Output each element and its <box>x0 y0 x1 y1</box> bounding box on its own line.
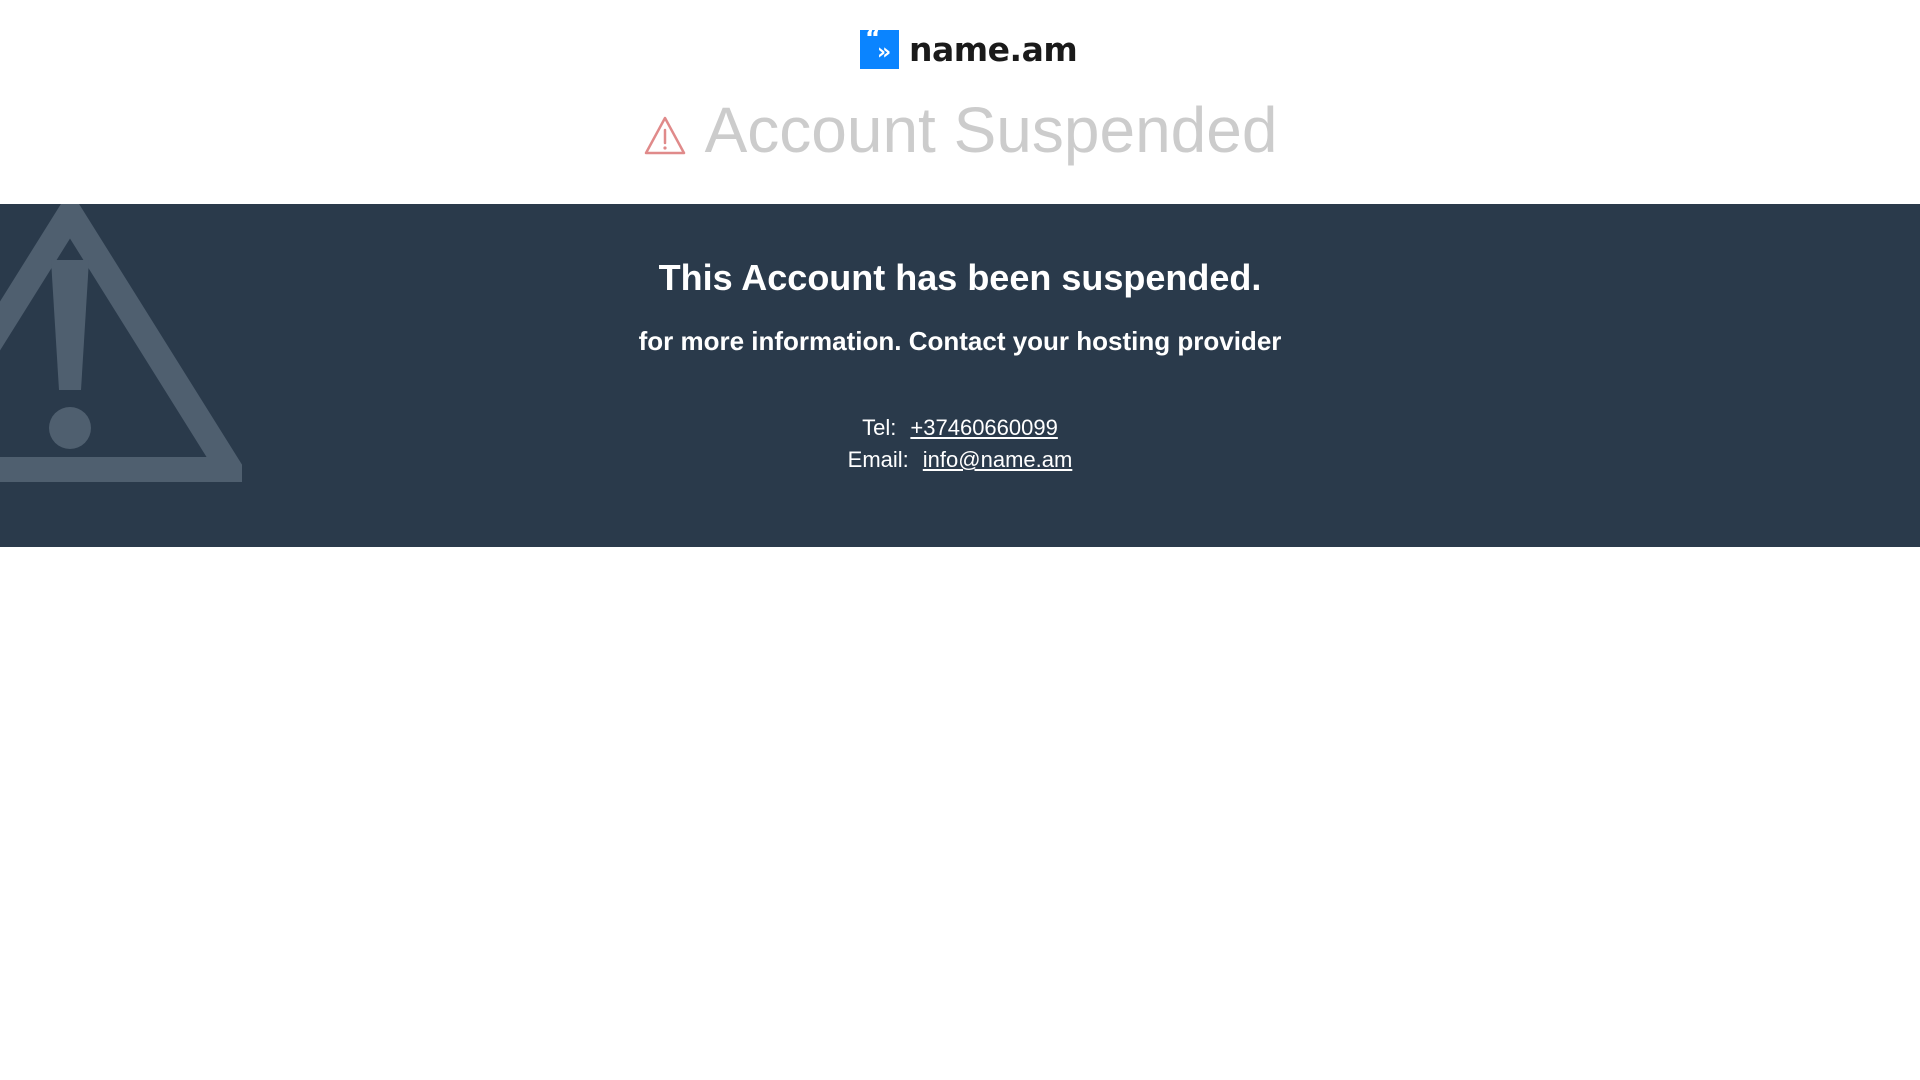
email-link[interactable]: info@name.am <box>923 447 1073 472</box>
suspension-subline: for more information. Contact your hosti… <box>638 326 1282 356</box>
logo-text: name.am <box>909 30 1078 69</box>
email-label: Email: <box>847 447 909 472</box>
tel-label: Tel: <box>862 415 897 440</box>
brand-logo[interactable]: “ » name.am <box>860 26 1078 69</box>
suspension-banner: This Account has been suspended. for mor… <box>0 204 1920 547</box>
quote-logo-icon: “ » <box>860 26 899 69</box>
page-header: “ » name.am Account Suspended <box>0 0 1920 204</box>
contact-email-row: Email: info@name.am <box>0 445 1920 475</box>
title-row: Account Suspended <box>0 90 1920 170</box>
tel-link[interactable]: +37460660099 <box>910 415 1057 440</box>
contact-tel-row: Tel: +37460660099 <box>0 413 1920 443</box>
page-title: Account Suspended <box>704 94 1278 166</box>
warning-triangle-icon <box>644 116 685 155</box>
suspension-headline: This Account has been suspended. <box>658 257 1262 298</box>
